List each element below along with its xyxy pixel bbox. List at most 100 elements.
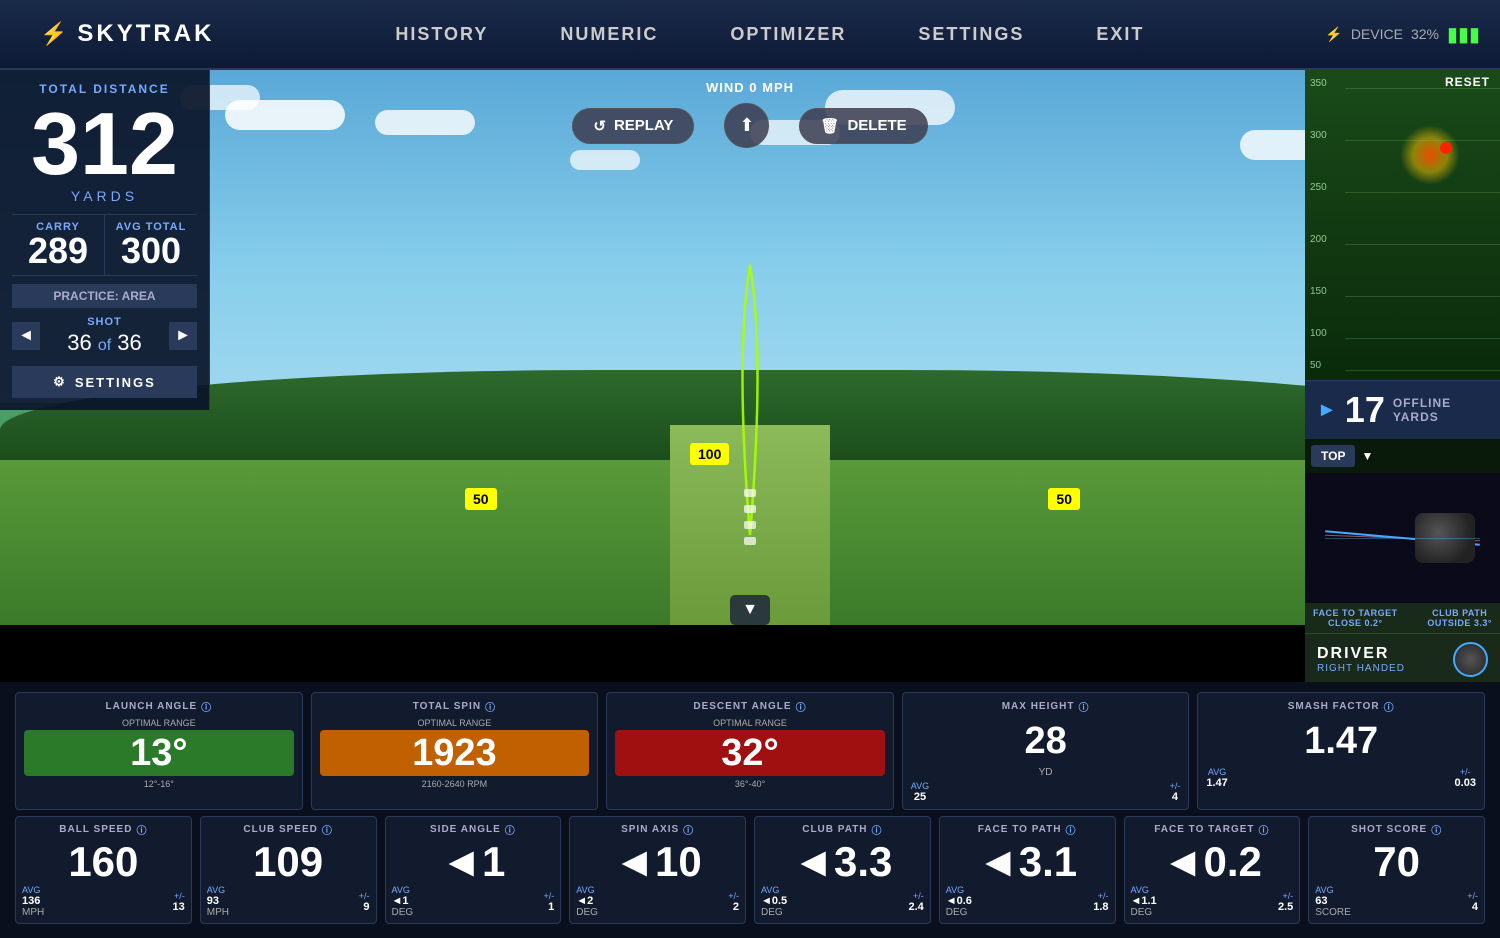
face-to-path-value: ◄3.1 [946,841,1109,883]
settings-button[interactable]: ⚙ SETTINGS [12,366,197,398]
nav-settings[interactable]: SETTINGS [902,16,1040,53]
total-spin-value-box: 1923 [320,730,590,776]
spin-axis-avg: AVG ◄2 DEG [576,885,598,918]
face-to-target-item: FACE TO TARGET CLOSE 0.2° [1313,608,1398,628]
side-angle-value: ◄1 [392,841,555,883]
club-path-value: ◄3.3 [761,841,924,883]
driver-label: DRIVER [1317,645,1405,663]
compass-icon: ⬆ [739,115,754,136]
practice-label: PRACTICE: AREA [12,284,197,308]
chevron-down-button[interactable]: ▼ [730,595,770,625]
nav-optimizer[interactable]: OPTIMIZER [714,16,862,53]
driver-icon [1453,642,1488,677]
smash-factor-pm-group: +/- 0.03 [1455,767,1476,789]
gear-icon: ⚙ [53,374,67,390]
ball-speed-pm: +/- 13 [173,891,185,913]
yardage-100-center: 100 [690,443,729,465]
delete-button[interactable]: 🗑 DELETE [799,108,927,144]
shot-next-button[interactable]: ► [169,322,197,350]
spin-axis-bottom: AVG ◄2 DEG +/- 2 [576,885,739,918]
driver-row: DRIVER RIGHT HANDED [1305,633,1500,685]
compass-button[interactable]: ⬆ [724,103,769,148]
spin-axis-info-icon[interactable]: ⓘ [683,822,694,837]
replay-button[interactable]: ↺ REPLAY [572,108,694,144]
shot-prev-button[interactable]: ◄ [12,322,40,350]
ball-speed-info-icon[interactable]: ⓘ [136,822,147,837]
nav-numeric[interactable]: NUMERIC [544,16,674,53]
shot-score-pm: +/- 4 [1467,891,1478,913]
gridline-250 [1345,192,1500,193]
launch-angle-box: LAUNCH ANGLE ⓘ OPTIMAL RANGE 13° 12°-16° [15,692,303,810]
launch-angle-value-box: 13° [24,730,294,776]
left-panel: TOTAL DISTANCE 312 YARDS CARRY 289 AVG T… [0,70,210,410]
descent-angle-info-icon[interactable]: ⓘ [796,699,807,714]
yardage-50-left: 50 [465,488,497,510]
grid-100: 100 [1310,328,1327,339]
club-speed-value: 109 [207,841,370,883]
yardage-50-right: 50 [1048,488,1080,510]
shot-nav: ◄ SHOT 36 of 36 ► [12,316,197,356]
side-angle-pm: +/- 1 [543,891,554,913]
max-height-avg-row: AVG 25 +/- 4 [911,781,1181,803]
club-speed-avg: AVG 93 MPH [207,885,229,918]
grid-50: 50 [1310,360,1321,371]
max-height-info-icon[interactable]: ⓘ [1078,699,1089,714]
avg-total-value: 300 [111,233,191,269]
max-height-value: 28 [1024,720,1066,762]
face-to-path-header: FACE TO PATH ⓘ [946,822,1109,837]
wind-label: WIND 0 MPH [706,80,794,95]
face-to-target-pm: +/- 2.5 [1278,891,1293,913]
total-spin-value: 1923 [412,732,497,774]
nav-history[interactable]: HISTORY [379,16,504,53]
grid-200: 200 [1310,234,1327,245]
club-path-info-icon[interactable]: ⓘ [872,822,883,837]
bottom-panel: LAUNCH ANGLE ⓘ OPTIMAL RANGE 13° 12°-16°… [0,682,1500,938]
face-data-row: FACE TO TARGET CLOSE 0.2° CLUB PATH OUTS… [1305,603,1500,633]
top-view-dropdown[interactable]: ▼ [1361,449,1373,463]
side-angle-info-icon[interactable]: ⓘ [505,822,516,837]
side-angle-box: SIDE ANGLE ⓘ ◄1 AVG ◄1 DEG +/- 1 [385,816,562,924]
club-path-box: CLUB PATH ⓘ ◄3.3 AVG ◄0.5 DEG +/- 2.4 [754,816,931,924]
club-path-item: CLUB PATH OUTSIDE 3.3° [1427,608,1492,628]
club-path-label: CLUB PATH OUTSIDE 3.3° [1427,608,1492,628]
launch-angle-value: 13° [130,732,187,774]
reset-button[interactable]: RESET [1445,75,1490,89]
max-height-value-box: 28 [911,718,1181,764]
total-spin-info-icon[interactable]: ⓘ [485,699,496,714]
device-percent: 32% [1411,26,1439,42]
launch-angle-header: LAUNCH ANGLE ⓘ [24,699,294,714]
face-to-path-info-icon[interactable]: ⓘ [1065,822,1076,837]
carry-value: 289 [18,233,98,269]
smash-factor-header: SMASH FACTOR ⓘ [1206,699,1476,714]
face-to-path-avg: AVG ◄0.6 DEG [946,885,972,918]
smash-factor-info-icon[interactable]: ⓘ [1384,699,1395,714]
ball-speed-box: BALL SPEED ⓘ 160 AVG 136 MPH +/- 13 [15,816,192,924]
descent-angle-value: 32° [721,732,778,774]
club-speed-info-icon[interactable]: ⓘ [322,822,333,837]
settings-label: SETTINGS [75,375,156,390]
gridline-200 [1345,244,1500,245]
stats-bottom-row: BALL SPEED ⓘ 160 AVG 136 MPH +/- 13 CLUB… [15,816,1485,924]
grid-300: 300 [1310,130,1327,141]
max-height-box: MAX HEIGHT ⓘ 28 YD AVG 25 +/- 4 [902,692,1190,810]
descent-angle-optimal-range: 36°-40° [615,779,885,789]
shot-count: 36 of 36 [67,330,142,356]
descent-angle-header: DESCENT ANGLE ⓘ [615,699,885,714]
launch-angle-info-icon[interactable]: ⓘ [201,699,212,714]
replay-label: REPLAY [614,117,673,134]
offline-arrow-icon: ► [1317,399,1337,422]
side-angle-avg: AVG ◄1 DEG [392,885,414,918]
spin-axis-pm: +/- 2 [728,891,739,913]
descent-angle-box: DESCENT ANGLE ⓘ OPTIMAL RANGE 32° 36°-40… [606,692,894,810]
ball-speed-header: BALL SPEED ⓘ [22,822,185,837]
descent-angle-value-box: 32° [615,730,885,776]
driver-info: DRIVER RIGHT HANDED [1317,645,1405,674]
nav-exit[interactable]: EXIT [1080,16,1160,53]
face-to-target-info-icon[interactable]: ⓘ [1259,822,1270,837]
shot-score-info-icon[interactable]: ⓘ [1431,822,1442,837]
nav-center: HISTORY NUMERIC OPTIMIZER SETTINGS EXIT [214,16,1325,53]
chevron-down-icon: ▼ [742,601,758,619]
max-height-pm-group: +/- 4 [1170,781,1181,803]
club-speed-box: CLUB SPEED ⓘ 109 AVG 93 MPH +/- 9 [200,816,377,924]
ground-stripe [744,489,756,545]
